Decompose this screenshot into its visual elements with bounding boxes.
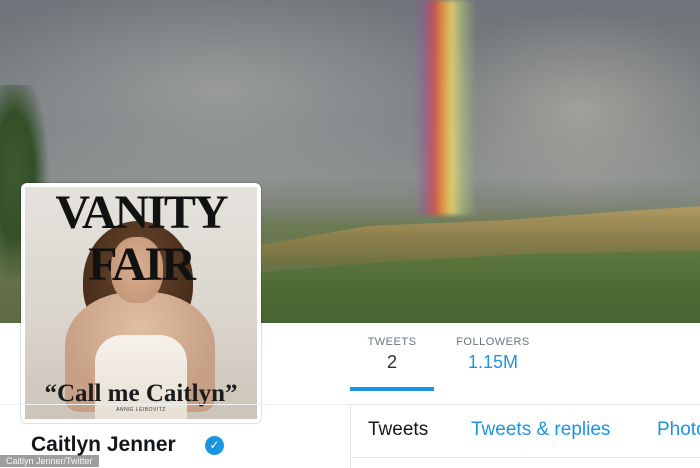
avatar-magazine-cover: VANITY FAIR “Call me Caitlyn” ANNIE LEIB… [25, 187, 257, 419]
stat-tweets-label: TWEETS [367, 336, 417, 348]
profile-nav: TWEETS 2 FOLLOWERS 1.15M [350, 323, 700, 393]
active-stat-underline [350, 387, 434, 391]
tab-tweets[interactable]: Tweets [368, 419, 428, 441]
tab-photos[interactable]: Photos [657, 419, 700, 441]
image-credit-watermark: Caitlyn Jenner/Twitter [0, 455, 99, 467]
verified-badge-icon: ✓ [205, 436, 224, 455]
stat-followers-value: 1.15M [467, 352, 519, 372]
stat-followers-label: FOLLOWERS [456, 336, 530, 348]
cover-credit-line: ANNIE LEIBOVITZ [116, 407, 166, 413]
stat-tweets-value: 2 [386, 352, 397, 372]
divider [0, 404, 350, 405]
profile-avatar[interactable]: VANITY FAIR “Call me Caitlyn” ANNIE LEIB… [21, 183, 261, 423]
timeline-tabs: Tweets Tweets & replies Photos [350, 404, 700, 468]
banner-rainbow [416, 0, 476, 215]
cover-masthead: VANITY FAIR [55, 187, 228, 291]
tab-tweets-and-replies[interactable]: Tweets & replies [471, 419, 610, 441]
stat-tweets[interactable]: TWEETS 2 [350, 336, 434, 374]
banner-cloud [0, 0, 480, 200]
divider [351, 457, 700, 458]
stat-followers[interactable]: FOLLOWERS 1.15M [445, 336, 541, 374]
